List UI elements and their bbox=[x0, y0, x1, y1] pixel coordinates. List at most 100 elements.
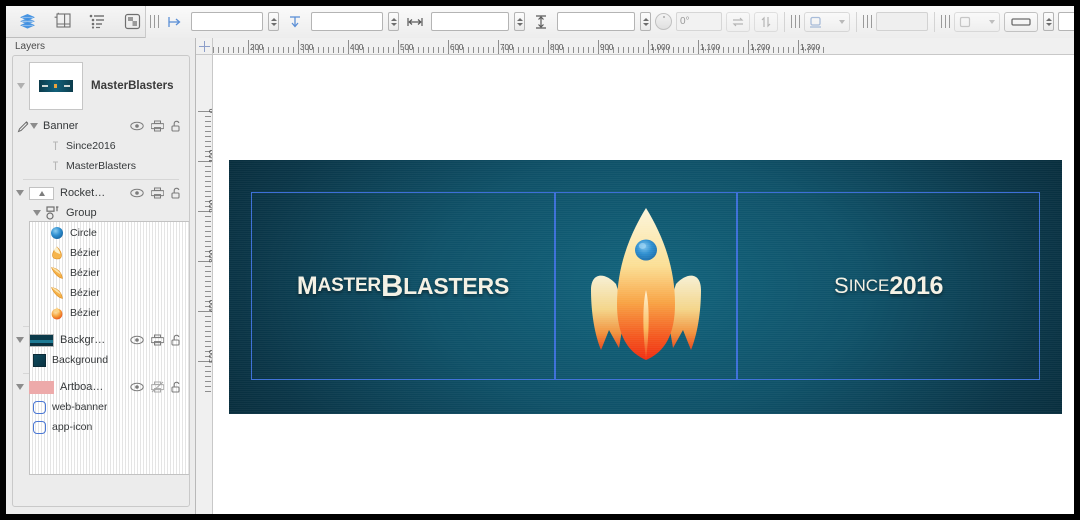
ruler-tick bbox=[408, 47, 409, 53]
toolbar-grip-4[interactable] bbox=[941, 15, 950, 28]
layer-row-web-banner[interactable]: web-banner bbox=[13, 397, 189, 417]
y-position-stepper[interactable] bbox=[388, 12, 399, 31]
ruler-tick bbox=[488, 47, 489, 53]
artboard-icon[interactable] bbox=[49, 10, 75, 34]
ruler-tick bbox=[773, 47, 774, 53]
layer-row-circle[interactable]: Circle bbox=[13, 223, 189, 243]
slice-app-icon-center[interactable] bbox=[555, 192, 737, 380]
ruler-tick bbox=[703, 47, 704, 53]
layer-row-bzier[interactable]: Bézier bbox=[13, 263, 189, 283]
toolbar-left-tools bbox=[6, 10, 145, 34]
ruler-tick bbox=[205, 241, 211, 242]
print-icon[interactable] bbox=[151, 120, 164, 132]
y-position-field[interactable] bbox=[311, 12, 383, 31]
layer-row-background[interactable]: Background bbox=[13, 350, 189, 370]
ruler-tick bbox=[643, 47, 644, 53]
width-stepper[interactable] bbox=[514, 12, 525, 31]
symbol-icon[interactable] bbox=[119, 10, 145, 34]
unlock-icon[interactable] bbox=[171, 187, 183, 199]
disclosure-triangle-icon[interactable] bbox=[16, 190, 24, 196]
vertical-ruler[interactable]: 0100200300400500 bbox=[196, 55, 213, 514]
shape-style-popup[interactable] bbox=[954, 11, 1000, 32]
layer-row-since2016[interactable]: Since2016 bbox=[13, 136, 189, 156]
align-top-arrow-icon[interactable] bbox=[283, 12, 307, 32]
x-position-stepper[interactable] bbox=[268, 12, 279, 31]
print-icon[interactable] bbox=[151, 187, 164, 199]
disclosure-triangle-icon[interactable] bbox=[33, 210, 41, 216]
layer-row-masterblasters[interactable]: MasterBlasters bbox=[13, 156, 189, 176]
ruler-tick bbox=[513, 47, 514, 53]
ruler-tick bbox=[523, 47, 524, 53]
ruler-tick bbox=[683, 47, 684, 53]
layer-name: Group bbox=[66, 207, 97, 219]
layer-row-app-icon[interactable]: app-icon bbox=[13, 417, 189, 437]
layer-row-banner[interactable]: Banner bbox=[13, 116, 189, 475]
width-arrow-icon[interactable] bbox=[403, 12, 427, 32]
height-stepper[interactable] bbox=[640, 12, 651, 31]
chevron-down-icon bbox=[989, 19, 995, 24]
ruler-origin-corner[interactable] bbox=[196, 38, 213, 55]
layer-name: Backgr… bbox=[60, 334, 106, 346]
disclosure-triangle-icon[interactable] bbox=[16, 384, 24, 390]
layer-row-backgr[interactable]: Backgr… bbox=[13, 330, 189, 350]
layer-row-bzier[interactable]: Bézier bbox=[13, 303, 189, 323]
x-position-field[interactable] bbox=[191, 12, 263, 31]
layers-stack-icon[interactable] bbox=[14, 10, 40, 34]
ruler-tick bbox=[758, 47, 759, 53]
slice-web-banner-right[interactable] bbox=[737, 192, 1040, 380]
document-root-row[interactable]: MasterBlasters bbox=[13, 56, 189, 116]
toolbar-grip-2[interactable] bbox=[791, 15, 800, 28]
ruler-tick bbox=[403, 47, 404, 53]
ruler-tick bbox=[738, 47, 739, 53]
ruler-tick bbox=[318, 47, 319, 53]
ruler-tick bbox=[798, 40, 799, 54]
corner-style-popup[interactable] bbox=[804, 11, 850, 32]
stroke-style-popup[interactable] bbox=[1004, 11, 1038, 32]
align-left-arrow-icon[interactable] bbox=[163, 12, 187, 32]
stroke-width-field[interactable] bbox=[1058, 12, 1074, 31]
layer-row-bzier[interactable]: Bézier bbox=[13, 243, 189, 263]
disclosure-triangle-icon[interactable] bbox=[16, 337, 24, 343]
width-field[interactable] bbox=[431, 12, 509, 31]
eye-icon[interactable] bbox=[130, 188, 144, 198]
ruler-label: 900 bbox=[600, 43, 614, 52]
rotation-angle-field[interactable]: 0° bbox=[676, 12, 722, 31]
corner-radius-field[interactable] bbox=[876, 12, 928, 31]
layers-list[interactable]: MasterBlasters Banner Since2016 MasterBlas… bbox=[12, 55, 190, 507]
ruler-tick bbox=[793, 47, 794, 53]
disclosure-triangle-icon[interactable] bbox=[30, 123, 38, 129]
height-arrow-icon[interactable] bbox=[529, 12, 553, 32]
stroke-style-stepper[interactable] bbox=[1043, 12, 1054, 31]
layer-row-bzier[interactable]: Bézier bbox=[13, 283, 189, 303]
outline-list-icon[interactable] bbox=[84, 10, 110, 34]
ruler-tick bbox=[205, 226, 211, 227]
toolbar-grip-3[interactable] bbox=[863, 15, 872, 28]
height-field[interactable] bbox=[557, 12, 635, 31]
rotation-knob-icon[interactable] bbox=[655, 13, 672, 30]
ruler-tick bbox=[398, 40, 399, 54]
ruler-tick bbox=[205, 331, 211, 332]
unlock-icon[interactable] bbox=[171, 334, 183, 346]
ruler-tick bbox=[288, 47, 289, 53]
horizontal-ruler[interactable]: 200 300 400 500 600 700 800 900 1,000 1,100 1,200 1… bbox=[213, 38, 1074, 55]
canvas-area[interactable]: M ASTER B LASTERS S INCE 2016 bbox=[213, 55, 1074, 514]
eye-icon[interactable] bbox=[130, 121, 144, 131]
print-icon[interactable] bbox=[151, 334, 164, 346]
unlock-icon[interactable] bbox=[171, 381, 183, 393]
eye-icon[interactable] bbox=[130, 382, 144, 392]
unlock-icon[interactable] bbox=[171, 120, 183, 132]
layer-row-artboa[interactable]: Artboa… bbox=[13, 377, 189, 397]
pencil-edit-icon[interactable] bbox=[16, 120, 30, 133]
document-thumbnail bbox=[29, 62, 83, 110]
slice-web-banner-left[interactable] bbox=[251, 192, 555, 380]
flip-horizontal-icon[interactable] bbox=[726, 11, 750, 32]
print-disabled-icon[interactable] bbox=[151, 381, 164, 393]
ruler-tick bbox=[205, 281, 211, 282]
layer-row-rocket[interactable]: Rocket… bbox=[13, 183, 189, 203]
toolbar-grip-1[interactable] bbox=[150, 15, 159, 28]
disclosure-triangle-icon[interactable] bbox=[17, 83, 25, 89]
flip-vertical-icon[interactable] bbox=[754, 11, 778, 32]
eye-icon[interactable] bbox=[130, 335, 144, 345]
layer-row-group[interactable]: Group bbox=[13, 203, 189, 223]
banner-artwork[interactable]: M ASTER B LASTERS S INCE 2016 bbox=[229, 160, 1062, 414]
